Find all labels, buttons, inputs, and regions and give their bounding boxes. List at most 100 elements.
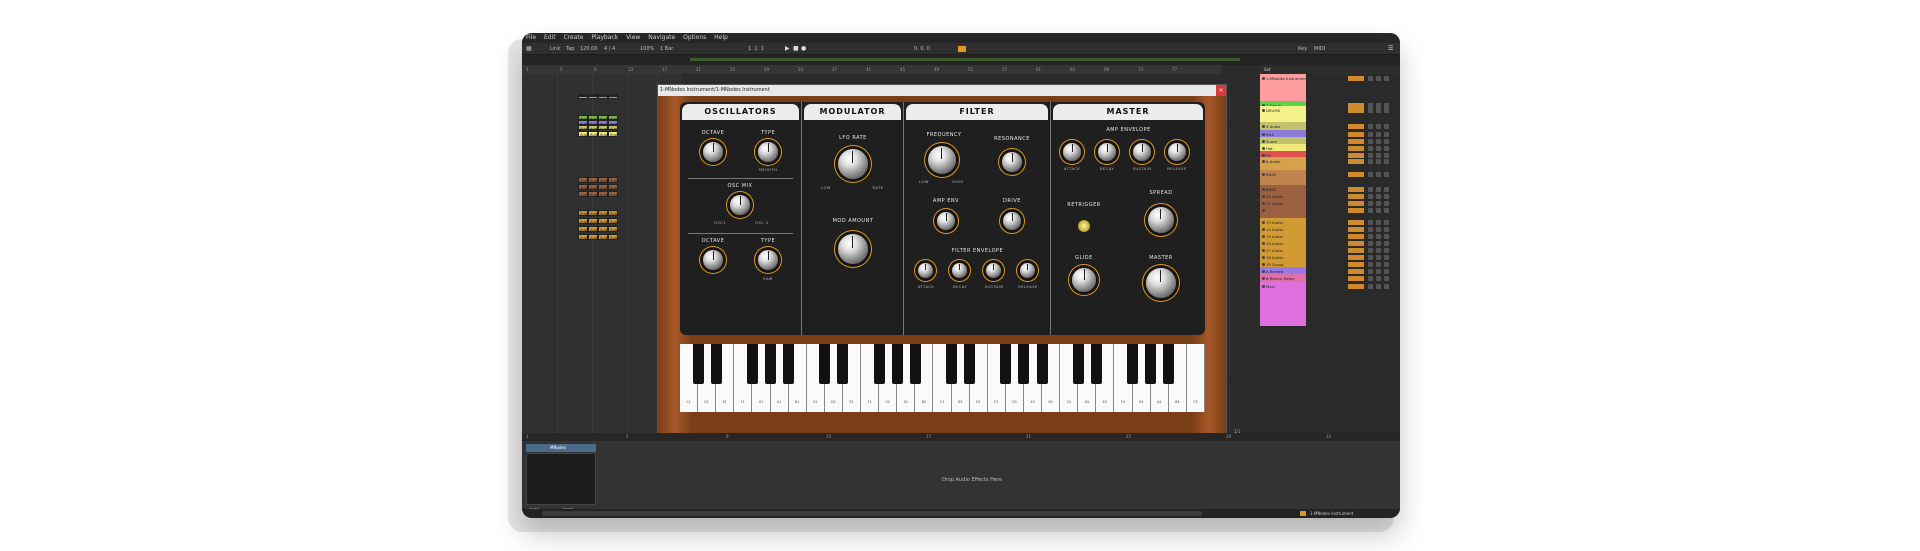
- device-header[interactable]: MNodes: [526, 444, 596, 452]
- spread-knob[interactable]: [1148, 207, 1174, 233]
- type2-knob[interactable]: [758, 250, 778, 270]
- amp-sustain-knob[interactable]: [1133, 143, 1151, 161]
- black-key[interactable]: [909, 344, 921, 384]
- arrangement-clip[interactable]: [598, 96, 608, 99]
- black-key[interactable]: [1090, 344, 1102, 384]
- black-key[interactable]: [1018, 344, 1030, 384]
- track-button[interactable]: [1384, 269, 1389, 274]
- arrangement-clip[interactable]: Audio: [588, 131, 598, 137]
- arrangement-clip[interactable]: Audio: [578, 210, 588, 216]
- arrangement-scrollbar[interactable]: [1240, 74, 1244, 433]
- filter-attack-knob[interactable]: [918, 263, 933, 278]
- track-button[interactable]: [1384, 262, 1389, 267]
- arrangement-clip[interactable]: Audio: [598, 177, 608, 183]
- track-button[interactable]: [1384, 132, 1389, 137]
- track-button[interactable]: [1368, 172, 1373, 177]
- octave1-knob[interactable]: [703, 142, 723, 162]
- menu-file[interactable]: File: [526, 34, 536, 41]
- track-button[interactable]: [1384, 284, 1389, 289]
- mixer-track[interactable]: Hat: [1260, 144, 1306, 151]
- track-volume-box[interactable]: [1348, 241, 1364, 246]
- track-volume-box[interactable]: [1348, 187, 1364, 192]
- track-activator-icon[interactable]: [1262, 77, 1265, 80]
- mixer-track[interactable]: 18 Audio: [1260, 253, 1306, 260]
- arrangement-clip[interactable]: Audio: [578, 234, 588, 240]
- arrangement-clip[interactable]: Audio: [578, 125, 588, 130]
- track-activator-icon[interactable]: [1262, 256, 1265, 259]
- arrangement-clip[interactable]: Audio: [588, 218, 598, 224]
- arrangement-clip[interactable]: Audio: [598, 226, 608, 232]
- track-button[interactable]: [1384, 208, 1389, 213]
- track-button[interactable]: [1368, 187, 1373, 192]
- track-button[interactable]: [1384, 255, 1389, 260]
- type1-knob[interactable]: [758, 142, 778, 162]
- arrangement-clip[interactable]: Audio: [598, 218, 608, 224]
- filter-decay-knob[interactable]: [952, 263, 967, 278]
- track-activator-icon[interactable]: [1262, 125, 1265, 128]
- black-key[interactable]: [710, 344, 722, 384]
- track-activator-icon[interactable]: [1262, 209, 1265, 212]
- mixer-track[interactable]: Kick: [1260, 130, 1306, 137]
- track-volume-box[interactable]: [1348, 159, 1364, 164]
- retrigger-led[interactable]: [1078, 220, 1090, 232]
- track-button[interactable]: [1384, 146, 1389, 151]
- track-button[interactable]: [1376, 159, 1381, 164]
- black-key[interactable]: [1145, 344, 1157, 384]
- tempo-field[interactable]: 120.00: [580, 43, 598, 55]
- arrangement-clip[interactable]: Audio: [588, 184, 598, 190]
- track-volume-box[interactable]: [1348, 194, 1364, 199]
- track-volume-box[interactable]: [1348, 172, 1364, 177]
- track-button[interactable]: [1384, 248, 1389, 253]
- black-key[interactable]: [1036, 344, 1048, 384]
- track-button[interactable]: [1376, 194, 1381, 199]
- track-activator-icon[interactable]: [1262, 242, 1265, 245]
- track-button[interactable]: [1384, 76, 1389, 81]
- track-button[interactable]: [1376, 108, 1381, 113]
- menu-help[interactable]: Help: [714, 34, 728, 41]
- amp-env-knob[interactable]: [937, 212, 955, 230]
- arrangement-clip[interactable]: Audio: [608, 210, 618, 216]
- black-key[interactable]: [1072, 344, 1084, 384]
- mixer-track[interactable]: BASS: [1260, 170, 1306, 185]
- arrangement-clip[interactable]: Audio: [608, 125, 618, 130]
- mixer-track[interactable]: B Return Delay: [1260, 274, 1306, 282]
- track-volume-box[interactable]: [1348, 220, 1364, 225]
- track-button[interactable]: [1368, 227, 1373, 232]
- black-key[interactable]: [746, 344, 758, 384]
- track-button[interactable]: [1384, 276, 1389, 281]
- track-volume-box[interactable]: [1348, 124, 1364, 129]
- black-key[interactable]: [964, 344, 976, 384]
- piano-keyboard[interactable]: C1 D1 E1 F1 G1 A1 B1 C2 D2 E2 F2 G2 A2 B2 C3 D3 E3 F3 G3 A3…: [680, 344, 1205, 412]
- arrangement-clip[interactable]: Audio: [578, 184, 588, 190]
- zoom-field[interactable]: 100%: [640, 43, 654, 55]
- track-button[interactable]: [1384, 194, 1389, 199]
- amp-attack-knob[interactable]: [1063, 143, 1081, 161]
- mixer-track[interactable]: [1260, 206, 1306, 218]
- mixer-track[interactable]: 11 Audio: [1260, 199, 1306, 206]
- menu-edit[interactable]: Edit: [544, 34, 556, 41]
- resonance-knob[interactable]: [1002, 152, 1022, 172]
- arrangement-clip[interactable]: Audio: [598, 210, 608, 216]
- white-key[interactable]: C5: [1186, 344, 1205, 412]
- track-button[interactable]: [1368, 108, 1373, 113]
- mixer-track[interactable]: 4 Audio: [1260, 122, 1306, 130]
- track-button[interactable]: [1376, 201, 1381, 206]
- black-key[interactable]: [1127, 344, 1139, 384]
- track-button[interactable]: [1368, 284, 1373, 289]
- track-activator-icon[interactable]: [1262, 173, 1265, 176]
- mixer-track[interactable]: 15 Audio: [1260, 232, 1306, 239]
- arrangement-clip[interactable]: Audio: [608, 177, 618, 183]
- mixer-track[interactable]: BASS: [1260, 185, 1306, 192]
- track-volume-box[interactable]: [1348, 234, 1364, 239]
- glide-knob[interactable]: [1072, 268, 1096, 292]
- track-volume-box[interactable]: [1348, 108, 1364, 113]
- black-key[interactable]: [765, 344, 777, 384]
- track-volume-box[interactable]: [1348, 227, 1364, 232]
- mixer-track[interactable]: 10 Audio: [1260, 192, 1306, 199]
- master-volume-knob[interactable]: [1146, 268, 1176, 298]
- record-icon[interactable]: ●: [801, 43, 806, 55]
- track-activator-icon[interactable]: [1262, 140, 1265, 143]
- track-button[interactable]: [1384, 172, 1389, 177]
- mixer-track[interactable]: 14 Audio: [1260, 225, 1306, 232]
- black-key[interactable]: [1000, 344, 1012, 384]
